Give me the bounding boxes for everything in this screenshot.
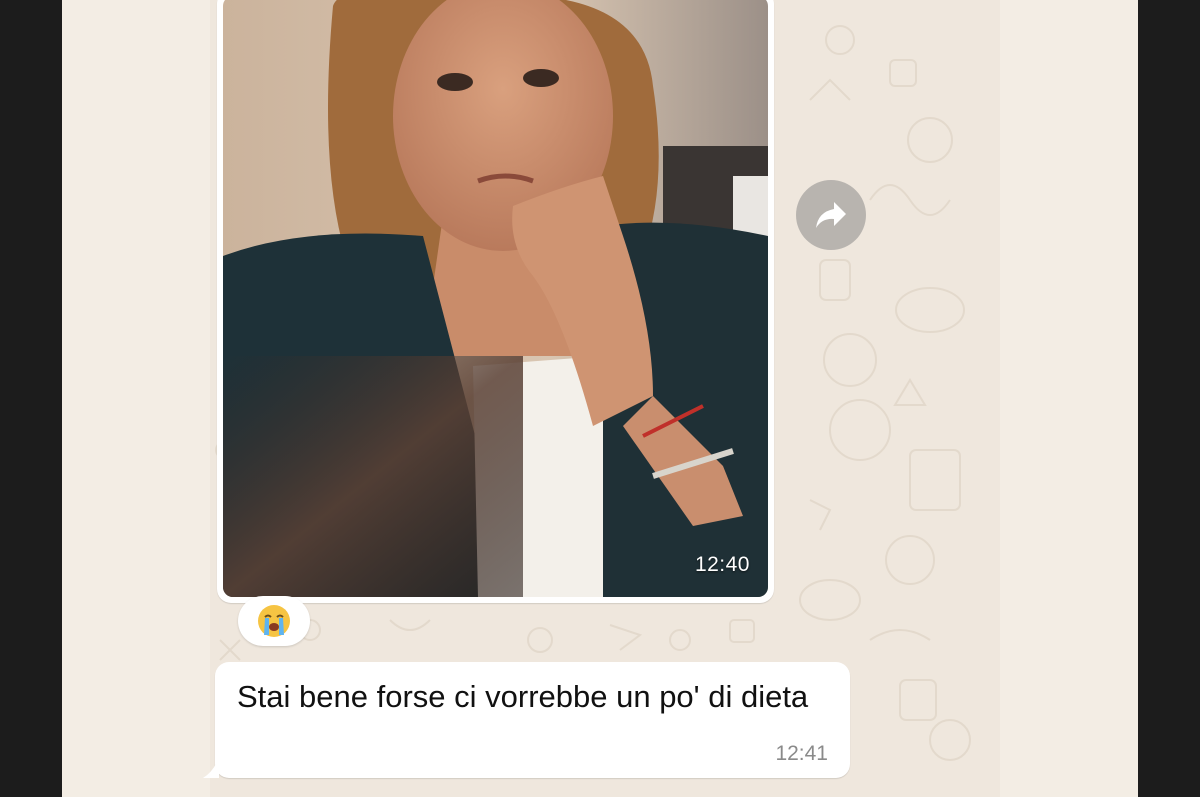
reaction-pill[interactable]	[238, 596, 310, 646]
bubble-tail	[203, 758, 219, 778]
photo-woman-in-blazer-icon	[223, 0, 768, 597]
image-message-bubble[interactable]: 12:40	[217, 0, 774, 603]
message-time: 12:41	[775, 742, 828, 765]
loudly-crying-face-icon	[258, 605, 290, 637]
forward-button[interactable]	[796, 180, 866, 250]
message-photo[interactable]: 12:40	[223, 0, 768, 597]
image-message-time: 12:40	[694, 553, 750, 576]
message-text: Stai bene forse ci vorrebbe un po' di di…	[237, 679, 809, 714]
forward-arrow-icon	[816, 202, 846, 228]
text-message-bubble[interactable]: Stai bene forse ci vorrebbe un po' di di…	[203, 662, 850, 778]
